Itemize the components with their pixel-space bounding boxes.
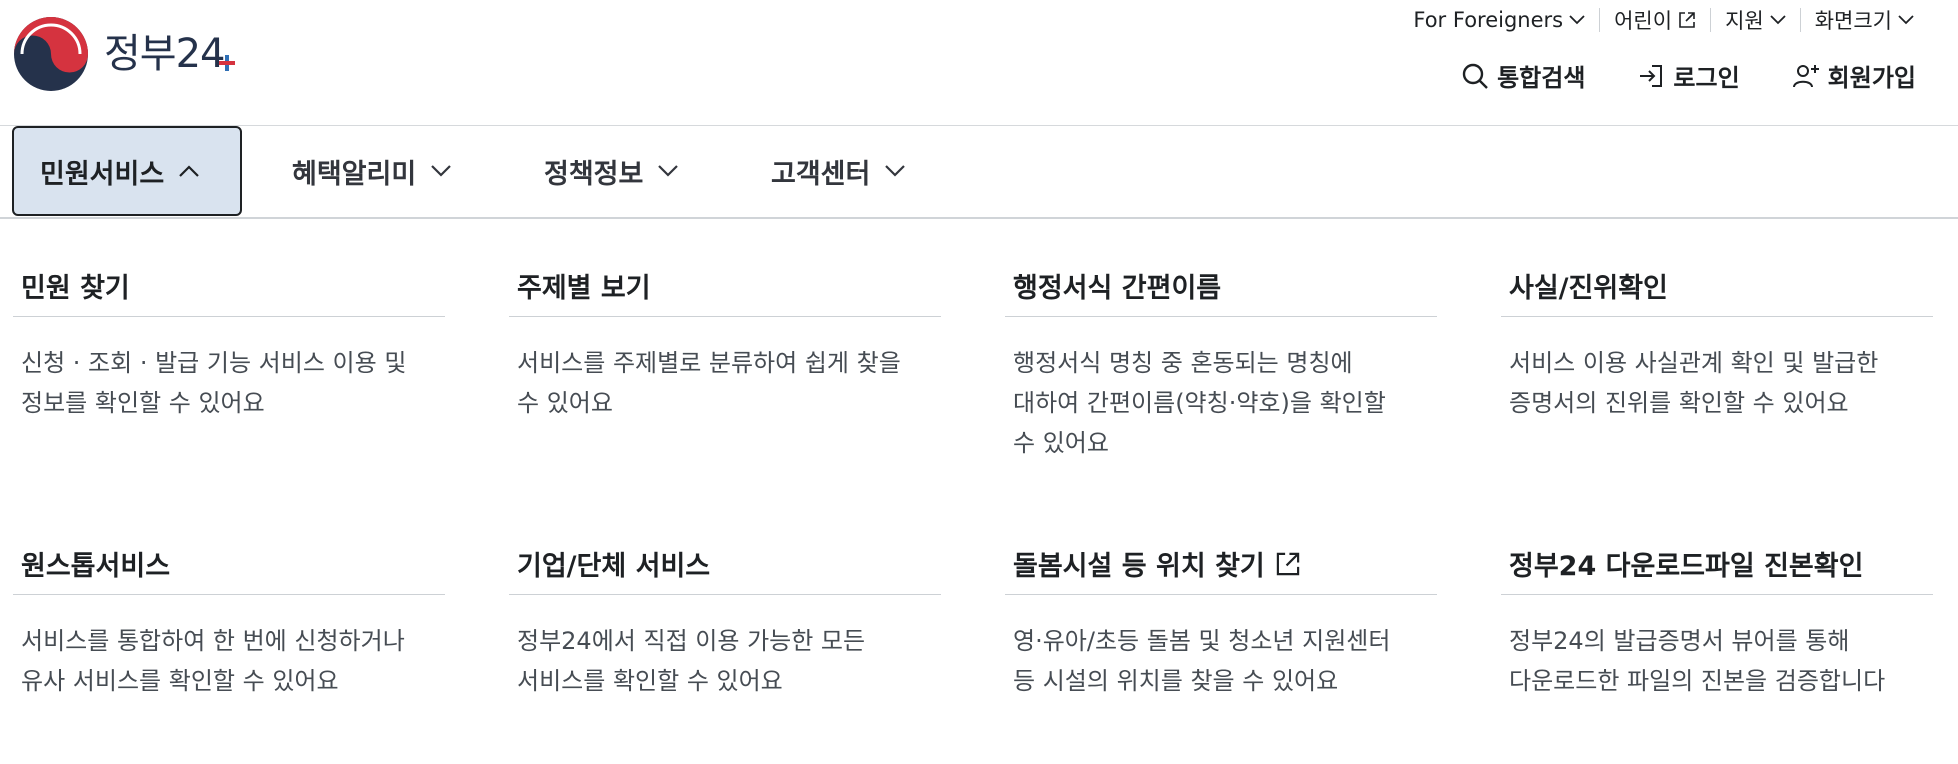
menu-item-title[interactable]: 주제별 보기 bbox=[509, 255, 941, 317]
menu-item-care-facility-location[interactable]: 돌봄시설 등 위치 찾기 영·유아/초등 돌봄 및 청소년 지원센터 등 시설의… bbox=[1005, 533, 1437, 701]
civil-service-submenu: 민원 찾기 신청 · 조회 · 발급 기능 서비스 이용 및 정보를 확인할 수… bbox=[0, 219, 1958, 764]
login-button[interactable]: 로그인 bbox=[1637, 58, 1740, 93]
chevron-down-icon bbox=[1898, 15, 1914, 25]
external-link-icon bbox=[1679, 12, 1695, 28]
taegeuk-emblem-icon bbox=[14, 17, 88, 91]
menu-item-desc: 신청 · 조회 · 발급 기능 서비스 이용 및 정보를 확인할 수 있어요 bbox=[21, 349, 407, 417]
gov24-logo[interactable]: 정부24 bbox=[12, 15, 235, 93]
chevron-down-icon bbox=[658, 165, 679, 177]
support-menu[interactable]: 지원 bbox=[1711, 6, 1800, 34]
menu-item-desc: 서비스를 주제별로 분류하여 쉽게 찾을 수 있어요 bbox=[517, 349, 901, 417]
chevron-up-icon bbox=[179, 165, 199, 177]
chevron-down-icon bbox=[1569, 15, 1585, 25]
gnb-tab-label: 고객센터 bbox=[771, 158, 871, 190]
kids-label: 어린이 bbox=[1614, 9, 1673, 33]
for-foreigners-menu[interactable]: For Foreigners bbox=[1399, 6, 1599, 34]
menu-item-one-stop[interactable]: 원스톱서비스 서비스를 통합하여 한 번에 신청하거나 유사 서비스를 확인할 … bbox=[13, 533, 445, 701]
kids-link[interactable]: 어린이 bbox=[1600, 6, 1710, 34]
site-header: 정부24 For Foreigners 어린이 지원 화면크기 통합검색 로그인… bbox=[0, 0, 1958, 126]
menu-item-title[interactable]: 사실/진위확인 bbox=[1501, 255, 1933, 317]
search-button[interactable]: 통합검색 bbox=[1461, 58, 1585, 93]
menu-item-desc: 서비스 이용 사실관계 확인 및 발급한 증명서의 진위를 확인할 수 있어요 bbox=[1509, 349, 1879, 417]
chevron-down-icon bbox=[431, 165, 451, 177]
login-icon bbox=[1640, 64, 1663, 87]
main-navigation: 민원서비스 혜택알리미 정책정보 고객센터 bbox=[0, 126, 1958, 218]
search-icon bbox=[1462, 63, 1488, 89]
menu-item-find-civil-service[interactable]: 민원 찾기 신청 · 조회 · 발급 기능 서비스 이용 및 정보를 확인할 수… bbox=[13, 255, 445, 423]
plus-accent-icon bbox=[218, 55, 235, 71]
menu-item-title[interactable]: 민원 찾기 bbox=[13, 255, 445, 317]
menu-item-form-short-names[interactable]: 행정서식 간편이름 행정서식 명칭 중 혼동되는 명칭에 대하여 간편이름(약칭… bbox=[1005, 255, 1437, 463]
signup-label: 회원가입 bbox=[1827, 64, 1916, 92]
menu-item-desc: 정부24의 발급증명서 뷰어를 통해 다운로드한 파일의 진본을 검증합니다 bbox=[1509, 627, 1886, 695]
chevron-down-icon bbox=[1770, 15, 1786, 25]
signup-button[interactable]: 회원가입 bbox=[1792, 58, 1916, 93]
menu-item-by-topic[interactable]: 주제별 보기 서비스를 주제별로 분류하여 쉽게 찾을 수 있어요 bbox=[509, 255, 941, 423]
menu-item-desc: 영·유아/초등 돌봄 및 청소년 지원센터 등 시설의 위치를 찾을 수 있어요 bbox=[1013, 627, 1391, 695]
utility-menu: For Foreigners 어린이 지원 화면크기 bbox=[1399, 6, 1928, 34]
gnb-tab-policy[interactable]: 정책정보 bbox=[544, 126, 679, 216]
external-link-icon bbox=[1276, 552, 1299, 575]
menu-item-business-service[interactable]: 기업/단체 서비스 정부24에서 직접 이용 가능한 모든 서비스를 확인할 수… bbox=[509, 533, 941, 701]
gnb-tab-label: 민원서비스 bbox=[40, 158, 165, 190]
menu-item-desc: 서비스를 통합하여 한 번에 신청하거나 유사 서비스를 확인할 수 있어요 bbox=[21, 627, 405, 695]
menu-item-title[interactable]: 기업/단체 서비스 bbox=[509, 533, 941, 595]
gnb-tab-benefits[interactable]: 혜택알리미 bbox=[292, 126, 452, 216]
for-foreigners-label: For Foreigners bbox=[1413, 8, 1564, 32]
gnb-tab-customer-center[interactable]: 고객센터 bbox=[771, 126, 906, 216]
gnb-tab-label: 정책정보 bbox=[544, 158, 644, 190]
header-actions: 통합검색 로그인 회원가입 bbox=[1461, 58, 1916, 93]
menu-item-title: 돌봄시설 등 위치 찾기 bbox=[1013, 551, 1265, 582]
chevron-down-icon bbox=[885, 165, 906, 177]
screen-size-menu[interactable]: 화면크기 bbox=[1801, 6, 1928, 34]
add-user-icon bbox=[1792, 64, 1819, 87]
menu-item-title[interactable]: 정부24 다운로드파일 진본확인 bbox=[1501, 533, 1933, 595]
login-label: 로그인 bbox=[1673, 64, 1740, 92]
menu-item-title-row[interactable]: 돌봄시설 등 위치 찾기 bbox=[1005, 533, 1437, 595]
menu-item-download-authenticity[interactable]: 정부24 다운로드파일 진본확인 정부24의 발급증명서 뷰어를 통해 다운로드… bbox=[1501, 533, 1933, 701]
menu-item-title[interactable]: 행정서식 간편이름 bbox=[1005, 255, 1437, 317]
support-label: 지원 bbox=[1725, 9, 1764, 33]
menu-item-desc: 정부24에서 직접 이용 가능한 모든 서비스를 확인할 수 있어요 bbox=[517, 627, 866, 695]
search-label: 통합검색 bbox=[1497, 64, 1586, 92]
screen-size-label: 화면크기 bbox=[1814, 9, 1892, 33]
menu-item-desc: 행정서식 명칭 중 혼동되는 명칭에 대하여 간편이름(약칭·약호)을 확인할 … bbox=[1013, 349, 1386, 457]
menu-item-fact-verification[interactable]: 사실/진위확인 서비스 이용 사실관계 확인 및 발급한 증명서의 진위를 확인… bbox=[1501, 255, 1933, 423]
gnb-tab-label: 혜택알리미 bbox=[292, 158, 417, 190]
menu-item-title[interactable]: 원스톱서비스 bbox=[13, 533, 445, 595]
gnb-tab-civil-service[interactable]: 민원서비스 bbox=[12, 126, 242, 216]
logo-text: 정부24 bbox=[104, 31, 226, 77]
logo-number: 24 bbox=[175, 31, 226, 77]
